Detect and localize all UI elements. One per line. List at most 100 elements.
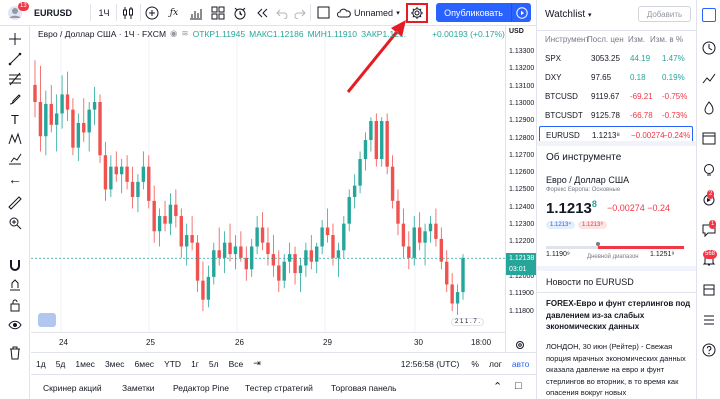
lock-icon[interactable]	[6, 296, 24, 314]
tab-screener[interactable]: Скринер акций	[43, 383, 102, 393]
alert-icon[interactable]	[230, 0, 250, 25]
log-toggle[interactable]: лог	[484, 359, 507, 369]
range-1m[interactable]: 1мес	[70, 359, 100, 369]
goto-date-icon[interactable]: ⇥	[248, 358, 266, 369]
watchlist-title[interactable]: Watchlist ▾	[545, 9, 592, 20]
candles-icon[interactable]	[118, 0, 138, 25]
help-icon[interactable]	[701, 342, 717, 358]
tab-strategy-tester[interactable]: Тестер стратегий	[245, 383, 313, 393]
undo-icon[interactable]	[274, 0, 290, 25]
pattern-icon[interactable]	[6, 130, 24, 148]
fullscreen-icon[interactable]	[312, 0, 334, 25]
clock-time[interactable]: 12:56:58 (UTC)	[396, 359, 465, 369]
range-all[interactable]: Все	[224, 359, 249, 369]
fib-icon[interactable]	[6, 70, 24, 88]
order-panel-icon[interactable]	[701, 282, 717, 298]
col-symbol[interactable]: Инструмент	[545, 35, 589, 44]
indicators-icon[interactable]: ƒx	[164, 0, 184, 25]
prediction-icon[interactable]	[6, 150, 24, 168]
data-window-icon[interactable]	[701, 70, 717, 86]
range-label: Дневной диапазон	[587, 254, 639, 260]
magnet-icon[interactable]	[6, 256, 24, 274]
ideas-icon[interactable]	[701, 162, 717, 178]
eye-icon[interactable]	[6, 316, 24, 334]
brush-icon[interactable]	[6, 90, 24, 108]
legend-title[interactable]: Евро / Доллар США · 1Ч · FXCM	[38, 29, 166, 39]
candle	[125, 166, 129, 182]
axis-settings-icon[interactable]	[514, 339, 526, 353]
range-1y[interactable]: 1г	[186, 359, 204, 369]
col-change-pct[interactable]: Изм. в %	[650, 35, 683, 44]
col-change[interactable]: Изм.	[628, 35, 645, 44]
play-icon[interactable]	[511, 3, 531, 22]
tab-notes[interactable]: Заметки	[122, 383, 155, 393]
legend-eye-icon[interactable]: ◉	[170, 28, 177, 39]
calendar-icon[interactable]	[701, 130, 717, 146]
cloud-icon[interactable]	[336, 0, 352, 25]
candle	[201, 280, 205, 300]
dom-icon[interactable]	[701, 312, 717, 328]
legend-settings-icon[interactable]: ≋	[181, 28, 188, 39]
auto-toggle[interactable]: авто	[507, 359, 535, 369]
watchlist-symbol: EURUSD	[546, 131, 580, 140]
compare-icon[interactable]	[142, 0, 162, 25]
candle	[130, 181, 135, 198]
range-5y[interactable]: 5л	[204, 359, 224, 369]
watchlist-row[interactable]: SPX 3053.25 44.19 1.47%	[537, 50, 697, 68]
chevron-up-icon[interactable]: ⌃	[493, 380, 502, 393]
range-high: 1.1251⁹	[650, 251, 675, 258]
settings-gear-icon[interactable]	[406, 3, 428, 23]
watchlist-row[interactable]: DXY 97.65 0.18 0.19%	[537, 69, 697, 87]
trendline-icon[interactable]	[6, 50, 24, 68]
range-6m[interactable]: 6мес	[130, 359, 160, 369]
price-axis[interactable]: USD 1.13300 1.13200 1.13100 1.13000 1.12900 1…	[505, 26, 537, 353]
hotlist-icon[interactable]	[701, 100, 717, 116]
chevron-down-icon[interactable]: ▾	[393, 0, 403, 25]
back-arrow-icon[interactable]: ←	[6, 170, 24, 188]
interval-button[interactable]: 1Ч	[92, 0, 116, 25]
tab-pine-editor[interactable]: Редактор Pine	[173, 383, 229, 393]
price-tick: 1.12800	[509, 134, 535, 142]
price-chart[interactable]	[31, 26, 505, 332]
text-icon[interactable]: T	[6, 110, 24, 128]
events-marker[interactable]: 2 1 1 . 7 .	[451, 318, 485, 326]
range-ytd[interactable]: YTD	[159, 359, 186, 369]
candle	[298, 265, 303, 274]
percent-toggle[interactable]: %	[466, 359, 484, 369]
publish-button[interactable]: Опубликовать	[436, 3, 511, 22]
financials-icon[interactable]	[186, 0, 206, 25]
col-last[interactable]: Посл. цен	[587, 35, 624, 44]
templates-icon[interactable]	[208, 0, 228, 25]
crosshair-icon[interactable]	[6, 30, 24, 48]
layout-name[interactable]: Unnamed	[354, 0, 394, 25]
watchlist-row[interactable]: BTCUSD 9119.67 -69.21 -0.75%	[537, 88, 697, 106]
lock-drawing-icon[interactable]	[6, 276, 24, 294]
news-headline[interactable]: FOREX-Евро и фунт стерлингов под давлени…	[546, 298, 692, 333]
redo-icon[interactable]	[292, 0, 308, 25]
symbol-search[interactable]: EURUSD	[28, 0, 88, 25]
current-price-label: 1.12138	[506, 253, 537, 265]
time-axis[interactable]: 24 25 26 29 30 18:00	[31, 332, 505, 352]
watchlist-change-pct: 0.19%	[662, 73, 685, 82]
tradingview-logo-icon[interactable]	[38, 313, 56, 327]
alerts-clock-icon[interactable]	[701, 40, 717, 56]
maximize-icon[interactable]: □	[515, 380, 522, 392]
zoom-icon[interactable]	[6, 214, 24, 232]
range-1d[interactable]: 1д	[31, 359, 51, 369]
range-3m[interactable]: 3мес	[100, 359, 130, 369]
ask-badge: 1.1213⁸	[578, 221, 607, 229]
candle	[65, 94, 70, 110]
candle	[60, 94, 64, 114]
ruler-icon[interactable]	[6, 194, 24, 212]
trash-icon[interactable]	[6, 344, 24, 362]
watchlist-row[interactable]: BTCUSDT 9125.78 -66.78 -0.73%	[537, 107, 697, 125]
price-tick: 1.11900	[509, 290, 534, 298]
candle	[233, 246, 238, 255]
range-5d[interactable]: 5д	[51, 359, 71, 369]
tab-trading-panel[interactable]: Торговая панель	[331, 383, 397, 393]
news-body[interactable]: ЛОНДОН, 30 июн (Рейтер) - Свежая порция …	[546, 341, 692, 399]
add-symbol-input[interactable]: Добавить	[638, 6, 691, 22]
replay-icon[interactable]	[252, 0, 272, 25]
candle	[255, 227, 259, 247]
watchlist-icon[interactable]	[702, 8, 716, 22]
